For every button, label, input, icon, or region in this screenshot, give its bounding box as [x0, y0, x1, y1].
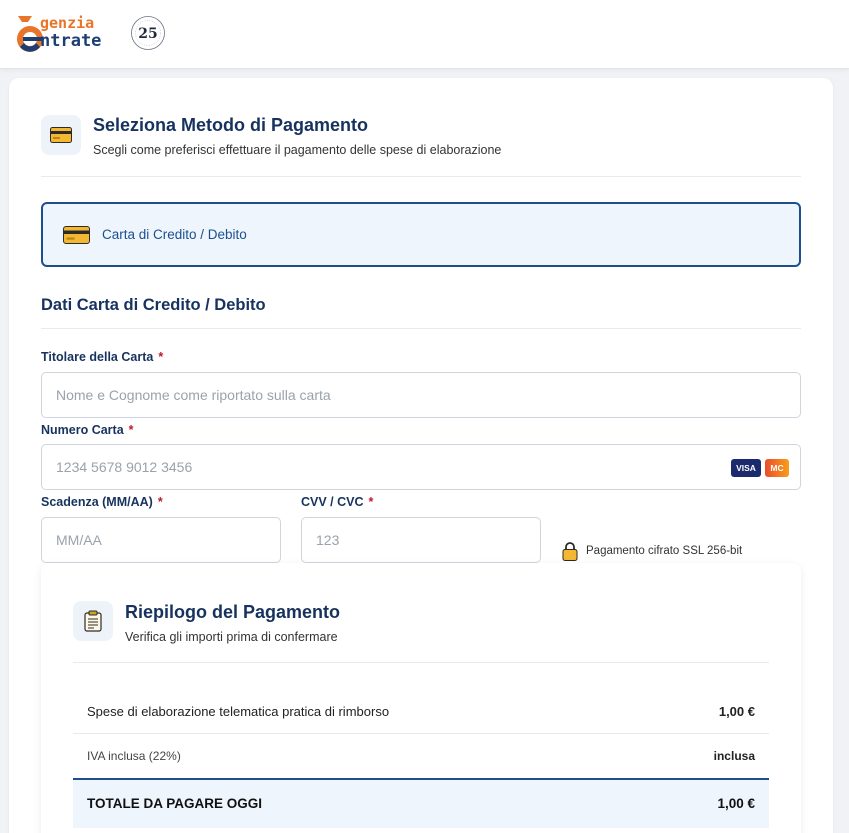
expiry-label-text: Scadenza (MM/AA) [41, 495, 153, 509]
section-divider [41, 176, 801, 177]
required-mark: * [368, 495, 374, 509]
total-label: TOTALE DA PAGARE OGGI [87, 796, 263, 811]
summary-subtitle: Verifica gli importi prima di confermare [125, 630, 338, 644]
summary-row-value: 1,00 € [718, 704, 755, 719]
card-details-title: Dati Carta di Credito / Debito [41, 296, 266, 314]
total-value: 1,00 € [717, 796, 755, 811]
seal-number: 25 [138, 26, 157, 42]
expiry-input[interactable] [41, 517, 281, 563]
payment-method-icon-box [41, 115, 81, 155]
lock-icon [562, 542, 578, 561]
section-divider [73, 662, 769, 663]
card-number-label: Numero Carta * [41, 423, 134, 437]
card-number-label-text: Numero Carta [41, 423, 124, 437]
required-mark: * [128, 423, 134, 437]
required-mark: * [158, 350, 164, 364]
card-holder-input[interactable] [41, 372, 801, 418]
summary-row-value: inclusa [713, 749, 755, 763]
anniversary-seal-icon: 25 [131, 16, 165, 50]
card-holder-label: Titolare della Carta * [41, 350, 163, 364]
visa-badge: VISA [731, 459, 761, 477]
clipboard-icon [84, 610, 102, 632]
row-divider [73, 733, 769, 734]
payment-method-option-label: Carta di Credito / Debito [102, 227, 247, 242]
summary-title: Riepilogo del Pagamento [125, 602, 341, 622]
summary-icon-box [73, 601, 113, 641]
top-bar: genzia ntrate 25 [0, 0, 849, 69]
cvv-label: CVV / CVC * [301, 495, 373, 509]
summary-row-label: IVA inclusa (22%) [87, 749, 181, 763]
logo-text-entrate: ntrate [40, 31, 102, 51]
card-holder-label-text: Titolare della Carta [41, 350, 154, 364]
ssl-info-text: Pagamento cifrato SSL 256-bit [586, 545, 743, 557]
cvv-label-text: CVV / CVC [301, 495, 364, 509]
credit-card-icon [63, 226, 90, 244]
payment-method-subtitle: Scegli come preferisci effettuare il pag… [93, 143, 502, 157]
summary-row-label: Spese di elaborazione telematica pratica… [87, 704, 390, 719]
credit-card-icon [50, 127, 72, 143]
logo-text-agenzia: genzia [40, 14, 95, 32]
card-number-input[interactable] [41, 444, 801, 490]
required-mark: * [157, 495, 163, 509]
payment-method-title: Seleziona Metodo di Pagamento [93, 115, 369, 135]
expiry-label: Scadenza (MM/AA) * [41, 495, 163, 509]
cvv-input[interactable] [301, 517, 541, 563]
section-divider [41, 328, 801, 329]
mastercard-badge: MC [765, 459, 789, 477]
